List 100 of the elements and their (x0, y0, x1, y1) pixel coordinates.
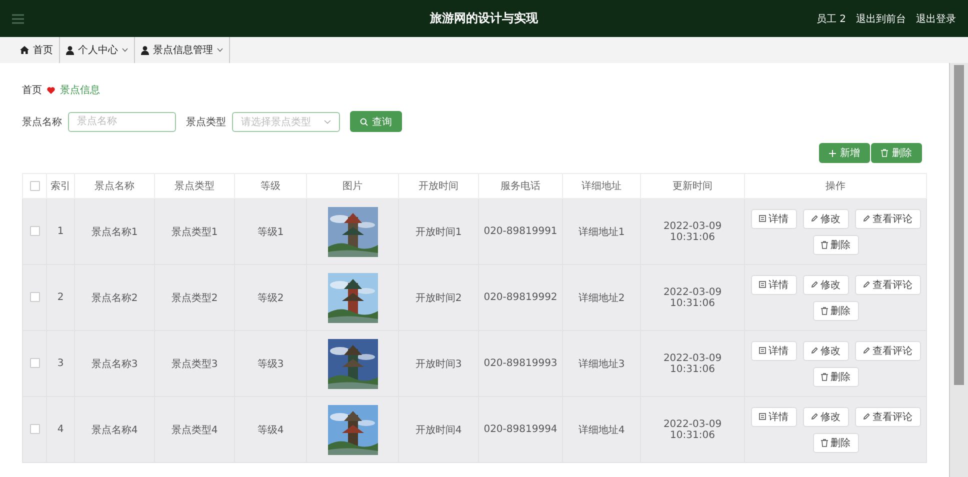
row-checkbox[interactable] (30, 424, 40, 434)
edit-button[interactable]: 修改 (802, 208, 848, 228)
table-cell: 详细地址1 (578, 226, 625, 238)
table-cell: 景点类型3 (171, 358, 218, 370)
edit-button[interactable]: 查看评论 (854, 340, 920, 360)
table-cell: 景点名称2 (91, 292, 138, 304)
user-icon (66, 46, 74, 54)
heart-icon (47, 86, 55, 94)
user-icon (141, 46, 149, 54)
document-icon (758, 281, 766, 288)
row-checkbox[interactable] (30, 358, 40, 368)
table-cell: 等级3 (257, 358, 284, 370)
row-checkbox[interactable] (30, 292, 40, 302)
table-cell: 4 (57, 424, 64, 435)
pencil-icon (862, 413, 870, 420)
table-cell: 景点类型4 (171, 424, 218, 436)
table-cell: 3 (57, 358, 64, 369)
table-cell: 2022-03-09 10:31:06 (663, 352, 722, 374)
column-header: 景点类型 (174, 181, 214, 192)
document-icon (758, 347, 766, 354)
delete-button[interactable]: 删除 (812, 366, 858, 386)
column-header: 景点名称 (94, 181, 134, 192)
field-label: 景点名称 (22, 116, 62, 128)
edit-button[interactable]: 修改 (802, 274, 848, 294)
column-header: 服务电话 (500, 181, 540, 192)
trash-icon (881, 149, 888, 157)
table-cell: 详细地址2 (578, 292, 625, 304)
pencil-icon (862, 215, 870, 222)
table-cell: 等级2 (257, 292, 284, 304)
delete-button[interactable]: 删除 (812, 432, 858, 452)
home-icon (20, 46, 29, 54)
header-link[interactable]: 退出到前台 (856, 12, 906, 26)
table-cell: 景点名称3 (91, 358, 138, 370)
table-cell: 开放时间3 (415, 358, 462, 370)
edit-button[interactable]: 查看评论 (854, 406, 920, 426)
trash-icon (820, 306, 828, 314)
select-all-checkbox[interactable] (30, 180, 40, 191)
table-cell: 020-89819992 (484, 292, 558, 303)
nav-item[interactable]: 景点信息管理 (135, 37, 230, 63)
table-cell: 2022-03-09 10:31:06 (663, 220, 722, 242)
pencil-icon (810, 281, 818, 288)
trash-icon (820, 438, 828, 446)
edit-button[interactable]: 查看评论 (854, 274, 920, 294)
pencil-icon (862, 347, 870, 354)
delete-button[interactable]: 删除 (812, 300, 858, 320)
detail-button[interactable]: 详情 (750, 208, 796, 228)
table-cell: 景点名称1 (91, 226, 138, 238)
document-icon (758, 413, 766, 420)
document-icon (758, 215, 766, 222)
table-cell: 景点类型2 (171, 292, 218, 304)
nav-item[interactable]: 个人中心 (60, 37, 135, 63)
column-header: 详细地址 (582, 181, 622, 192)
table-cell: 020-89819991 (484, 226, 558, 237)
site-title: 旅游网的设计与实现 (430, 10, 538, 27)
column-header: 等级 (260, 181, 280, 192)
column-header: 操作 (826, 181, 846, 192)
header-link[interactable]: 退出登录 (916, 12, 956, 26)
table-cell: 开放时间4 (415, 424, 462, 436)
user-name: 员工 2 (816, 12, 846, 26)
table-cell: 等级1 (257, 226, 284, 238)
breadcrumb-item[interactable]: 景点信息 (60, 83, 100, 97)
table-cell: 开放时间1 (415, 226, 462, 238)
column-header: 更新时间 (672, 181, 712, 192)
table-cell: 等级4 (257, 424, 284, 436)
column-header: 开放时间 (418, 181, 458, 192)
table-cell: 2022-03-09 10:31:06 (663, 286, 722, 308)
table-cell: 详细地址4 (578, 424, 625, 436)
pencil-icon (810, 215, 818, 222)
pencil-icon (810, 413, 818, 420)
table-cell: 2 (57, 292, 64, 303)
row-checkbox[interactable] (30, 226, 40, 236)
table-cell: 景点类型1 (171, 226, 218, 238)
plus-icon (829, 150, 836, 156)
detail-button[interactable]: 详情 (750, 274, 796, 294)
detail-button[interactable]: 详情 (750, 340, 796, 360)
table-cell: 1 (57, 226, 64, 237)
detail-button[interactable]: 详情 (750, 406, 796, 426)
caret-icon (324, 120, 331, 124)
breadcrumb-item[interactable]: 首页 (22, 83, 42, 97)
table-cell: 详细地址3 (578, 358, 625, 370)
edit-button[interactable]: 查看评论 (854, 208, 920, 228)
pencil-icon (862, 281, 870, 288)
table-cell: 景点名称4 (91, 424, 138, 436)
edit-button[interactable]: 修改 (802, 406, 848, 426)
nav-item[interactable]: 首页 (14, 37, 60, 63)
table-cell: 开放时间2 (415, 292, 462, 304)
menu-icon[interactable] (12, 14, 24, 24)
table-cell: 2022-03-09 10:31:06 (663, 418, 722, 440)
table-cell: 020-89819994 (484, 424, 558, 435)
name-input[interactable]: 景点名称 (68, 112, 176, 132)
search-icon (360, 118, 368, 126)
edit-button[interactable]: 修改 (802, 340, 848, 360)
trash-icon (820, 372, 828, 380)
trash-icon (820, 240, 828, 248)
column-header: 图片 (342, 181, 362, 192)
pencil-icon (810, 347, 818, 354)
field-label: 景点类型 (186, 116, 226, 128)
column-header: 索引 (50, 181, 70, 192)
delete-button[interactable]: 删除 (812, 234, 858, 254)
table-cell: 020-89819993 (484, 358, 558, 369)
